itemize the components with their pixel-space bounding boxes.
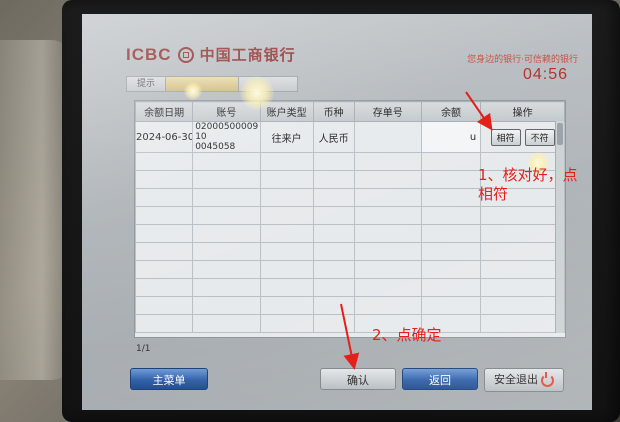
breadcrumb-step-2 [165, 76, 240, 92]
table-row [134, 278, 565, 297]
cell-account-type: 往来户 [259, 121, 314, 153]
col-account: 账号 [192, 101, 261, 122]
annotation-step-1: 1、核对好，点 相符 [478, 166, 578, 204]
table-scrollbar[interactable] [555, 121, 564, 333]
col-actions: 操作 [480, 101, 565, 122]
power-icon [541, 371, 554, 387]
table-row [134, 296, 565, 315]
safe-exit-button[interactable]: 安全退出 [484, 368, 564, 392]
annotation-step-1-line-1: 1、核对好，点 [478, 166, 578, 184]
balance-table: 余额日期 账号 账户类型 币种 存单号 余额 操作 2024-06-30 020… [134, 100, 566, 338]
confirm-button[interactable]: 确认 [320, 368, 396, 390]
page-indicator: 1/1 [136, 344, 151, 354]
cell-actions: 相符 不符 [480, 121, 565, 153]
cell-account: 0200050000910 0045058 [192, 121, 261, 153]
table-row [134, 314, 565, 333]
breadcrumb-step-1: 提示 [126, 76, 167, 92]
col-balance: 余额 [420, 101, 482, 122]
table-row [134, 242, 565, 261]
match-button[interactable]: 相符 [490, 128, 521, 146]
cell-date: 2024-06-30 [134, 121, 194, 153]
bank-slogan: 您身边的银行·可信赖的银行 [467, 55, 578, 65]
main-menu-button[interactable]: 主菜单 [130, 368, 208, 390]
col-account-type: 账户类型 [259, 101, 314, 122]
cell-balance: u [420, 121, 482, 153]
table-header-row: 余额日期 账号 账户类型 币种 存单号 余额 操作 [134, 101, 565, 122]
table-row [134, 224, 565, 243]
logo-text: ICBC [126, 44, 172, 64]
account-line-2: 0045058 [195, 142, 236, 152]
breadcrumb: 提示 [126, 76, 299, 92]
icbc-seal-icon [177, 46, 194, 63]
bank-logo: ICBC 中国工商银行 [126, 44, 296, 65]
col-currency: 币种 [312, 101, 355, 122]
kiosk-screen: ICBC 中国工商银行 您身边的银行·可信赖的银行 04:56 提示 余额日期 … [82, 14, 592, 410]
annotation-step-2: 2、点确定 [372, 326, 442, 344]
countdown-clock: 04:56 [522, 66, 568, 83]
cell-currency: 人民币 [312, 121, 355, 153]
col-deposit-no: 存单号 [353, 101, 422, 122]
annotation-step-1-line-2: 相符 [478, 185, 509, 203]
table-row [134, 260, 565, 279]
mismatch-button[interactable]: 不符 [524, 128, 555, 146]
bank-name: 中国工商银行 [199, 46, 296, 64]
balance-value: u [469, 131, 477, 143]
account-line-1: 0200050000910 [195, 122, 259, 143]
table-row [134, 206, 565, 225]
breadcrumb-step-3 [238, 76, 299, 92]
kiosk-body [0, 40, 70, 380]
cell-deposit-no [353, 121, 422, 153]
back-button[interactable]: 返回 [402, 368, 478, 390]
safe-exit-label: 安全退出 [494, 373, 538, 386]
col-date: 余额日期 [134, 101, 194, 122]
table-row: 2024-06-30 0200050000910 0045058 往来户 人民币… [134, 121, 565, 153]
